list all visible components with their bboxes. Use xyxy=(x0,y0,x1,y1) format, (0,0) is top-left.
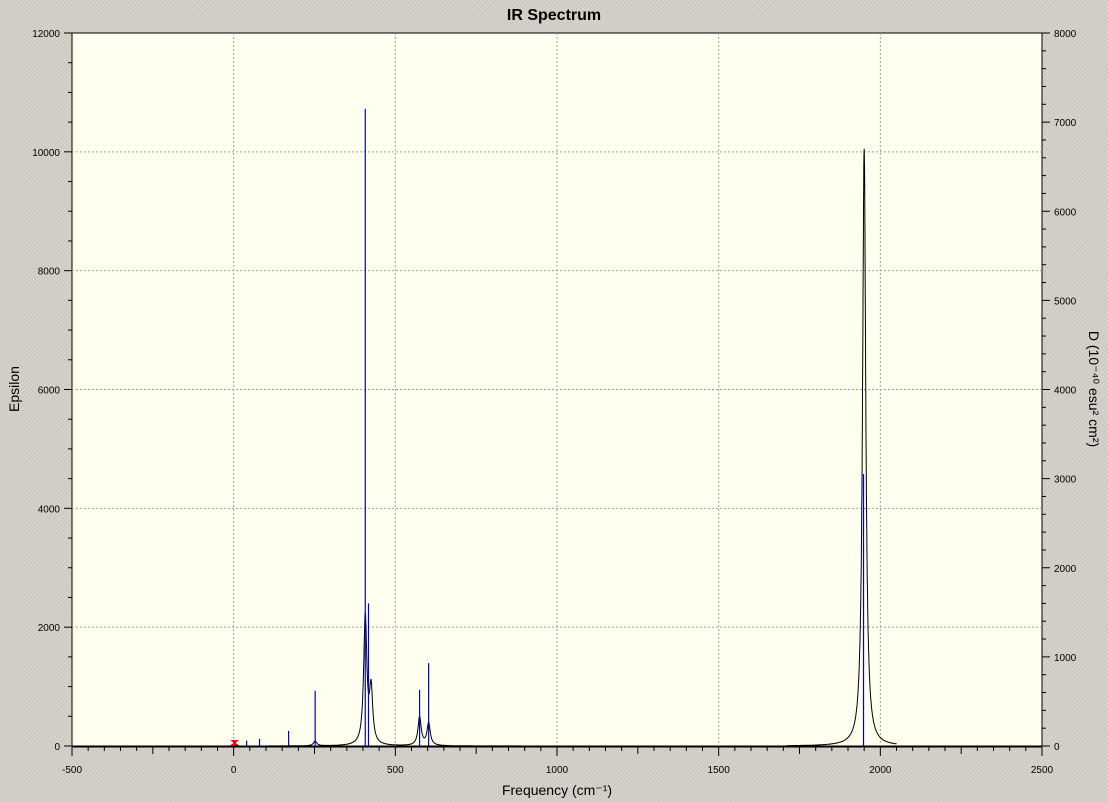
y-right-axis-label: D (10⁻⁴⁰ esu² cm²) xyxy=(1086,331,1102,447)
y-left-axis: 0 2000 4000 6000 8000 10000 12000 xyxy=(32,29,72,753)
y-left-tick-label: 2000 xyxy=(38,623,61,634)
y-left-axis-label: Epsilon xyxy=(6,366,22,412)
x-axis-label: Frequency (cm⁻¹) xyxy=(502,782,612,798)
y-right-tick-label: 0 xyxy=(1054,742,1060,753)
y-right-tick-label: 7000 xyxy=(1054,118,1077,129)
y-left-tick-label: 10000 xyxy=(32,148,60,159)
y-right-tick-label: 2000 xyxy=(1054,564,1077,575)
chart-title: IR Spectrum xyxy=(507,7,601,24)
y-left-tick-label: 0 xyxy=(54,742,60,753)
x-tick-label: 2500 xyxy=(1031,765,1054,776)
y-left-tick-label: 8000 xyxy=(38,267,61,278)
y-right-tick-label: 4000 xyxy=(1054,386,1077,397)
y-right-tick-label: 1000 xyxy=(1054,653,1077,664)
x-tick-label: 2000 xyxy=(869,765,892,776)
x-tick-label: 0 xyxy=(231,765,237,776)
y-right-tick-label: 3000 xyxy=(1054,475,1077,486)
y-right-tick-label: 6000 xyxy=(1054,207,1077,218)
x-axis: -500 0 500 1000 1500 2000 2500 xyxy=(62,746,1054,776)
ir-spectrum-chart: IR Spectrum -500 0 500 1000 1500 2000 2500 0 20… xyxy=(6,7,1102,798)
y-right-axis: 0 1000 2000 3000 4000 5000 6000 7000 8000 xyxy=(1042,29,1077,753)
y-right-tick-label: 8000 xyxy=(1054,29,1077,40)
x-tick-label: 1500 xyxy=(708,765,731,776)
y-left-tick-label: 4000 xyxy=(38,504,61,515)
x-tick-label: 500 xyxy=(387,765,404,776)
y-left-tick-label: 12000 xyxy=(32,29,60,40)
x-tick-label: -500 xyxy=(62,765,82,776)
y-right-tick-label: 5000 xyxy=(1054,296,1077,307)
x-tick-label: 1000 xyxy=(546,765,569,776)
y-left-tick-label: 6000 xyxy=(38,386,61,397)
